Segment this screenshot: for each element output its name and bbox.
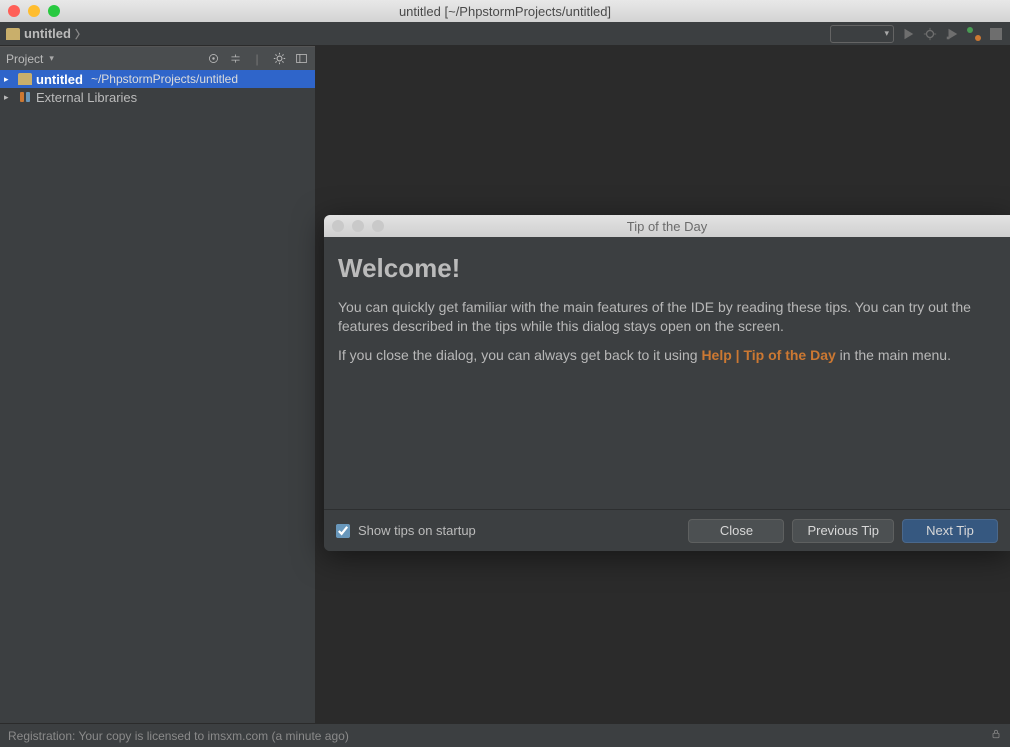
dialog-title: Tip of the Day [324,219,1010,234]
show-tips-label: Show tips on startup [358,523,476,538]
dialog-p2-text-b: in the main menu. [836,347,951,363]
hide-tool-window-icon[interactable] [293,51,309,67]
dialog-body: Welcome! You can quickly get familiar wi… [324,237,1010,509]
libraries-icon [18,91,32,103]
dialog-paragraph-1: You can quickly get familiar with the ma… [338,298,996,336]
dialog-close-icon[interactable] [332,220,344,232]
next-tip-button[interactable]: Next Tip [902,519,998,543]
divider-icon: | [249,51,265,67]
project-tool-window: Project | ▸ u [0,46,316,723]
breadcrumb-project: untitled [24,26,71,41]
run-configuration-dropdown[interactable] [830,25,894,43]
project-tool-header: Project | [0,46,315,70]
tree-external-libs-row[interactable]: ▸ External Libraries [0,88,315,106]
tree-root-row[interactable]: ▸ untitled ~/PhpstormProjects/untitled [0,70,315,88]
dialog-sep-highlight: | [732,347,744,363]
close-button[interactable]: Close [688,519,784,543]
gear-icon[interactable] [271,51,287,67]
chevron-right-icon: 〉 [75,26,86,42]
window-titlebar: untitled [~/PhpstormProjects/untitled] [0,0,1010,22]
scroll-from-source-icon[interactable] [205,51,221,67]
dialog-tip-highlight: Tip of the Day [743,347,835,363]
nav-bar: untitled 〉 [0,22,1010,46]
coverage-icon[interactable] [944,26,960,42]
dialog-traffic-lights [324,220,384,232]
zoom-window-icon[interactable] [48,5,60,17]
run-icon[interactable] [900,26,916,42]
dialog-help-highlight: Help [701,347,731,363]
status-bar: Registration: Your copy is licensed to i… [0,723,1010,747]
tree-root-path: ~/PhpstormProjects/untitled [91,72,238,86]
show-tips-checkbox[interactable]: Show tips on startup [336,523,476,538]
stop-icon[interactable] [988,26,1004,42]
vcs-update-icon[interactable] [966,26,982,42]
project-tree[interactable]: ▸ untitled ~/PhpstormProjects/untitled ▸… [0,70,315,723]
dialog-zoom-icon [372,220,384,232]
dialog-minimize-icon [352,220,364,232]
status-message: Registration: Your copy is licensed to i… [8,729,349,743]
window-title: untitled [~/PhpstormProjects/untitled] [0,4,1010,19]
collapse-all-icon[interactable] [227,51,243,67]
tree-root-name: untitled [36,72,83,87]
expand-arrow-icon[interactable]: ▸ [4,92,14,103]
tip-of-the-day-dialog: Tip of the Day Welcome! You can quickly … [324,215,1010,551]
minimize-window-icon[interactable] [28,5,40,17]
lock-icon[interactable] [990,728,1002,743]
tree-external-libs-label: External Libraries [36,90,137,105]
breadcrumb[interactable]: untitled 〉 [6,26,86,42]
debug-icon[interactable] [922,26,938,42]
project-view-selector[interactable]: Project [6,52,54,66]
dialog-footer: Show tips on startup Close Previous Tip … [324,509,1010,551]
close-window-icon[interactable] [8,5,20,17]
previous-tip-button[interactable]: Previous Tip [792,519,894,543]
dialog-p2-text-a: If you close the dialog, you can always … [338,347,701,363]
show-tips-checkbox-input[interactable] [336,524,350,538]
folder-icon [6,28,20,40]
dialog-heading: Welcome! [338,253,996,284]
dialog-titlebar: Tip of the Day [324,215,1010,237]
expand-arrow-icon[interactable]: ▸ [4,74,14,85]
window-traffic-lights [0,5,60,17]
dialog-paragraph-2: If you close the dialog, you can always … [338,346,996,365]
folder-icon [18,73,32,85]
project-view-label: Project [6,52,43,66]
